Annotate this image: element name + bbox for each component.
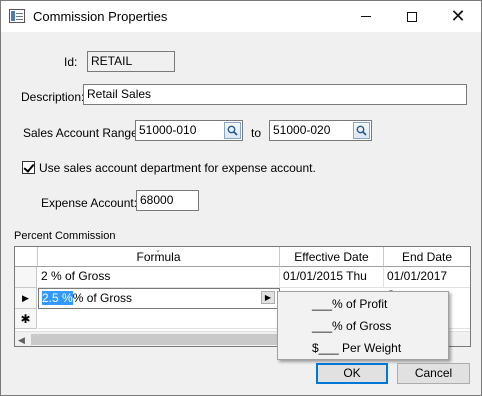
close-icon: ✕ [450,6,466,27]
use-dept-checkbox[interactable] [22,161,35,174]
range-to-lookup-button[interactable] [353,122,370,139]
grid-cell-formula[interactable]: 2 % of Gross [38,267,280,288]
scrollbar-thumb[interactable] [31,334,286,345]
ok-button[interactable]: OK [316,363,388,384]
maximize-button[interactable] [389,1,435,32]
sort-indicator-icon: ⌄ [155,247,161,254]
current-row-indicator[interactable]: ▶ [15,288,37,309]
description-field[interactable]: Retail Sales [83,84,467,105]
minimize-icon [361,16,371,17]
id-label: Id: [64,55,78,69]
column-header-end-date-label: End Date [401,250,453,264]
column-header-effective-date-label: Effective Date [294,250,369,264]
formula-selected-text: 2.5 % [42,291,73,305]
grid-corner [15,247,38,267]
description-label: Description: [21,90,85,104]
close-button[interactable]: ✕ [435,1,481,32]
row-header[interactable] [15,267,37,288]
menu-item-per-weight[interactable]: $___ Per Weight [278,337,448,359]
column-header-effective-date[interactable]: Effective Date [280,247,384,267]
expense-field[interactable]: 68000 [136,190,199,211]
formula-dropdown-menu: ___% of Profit ___% of Gross $___ Per We… [277,291,449,360]
grid-cell-effective-date[interactable]: 01/01/2015 Thu [280,267,384,288]
id-field[interactable]: RETAIL [87,51,175,72]
range-label: Sales Account Range: [23,126,142,140]
magnifier-icon [356,125,367,136]
commission-properties-window: Commission Properties ✕ Id: RETAIL Descr… [0,0,482,396]
magnifier-icon [227,125,238,136]
minimize-button[interactable] [343,1,389,32]
use-dept-label[interactable]: Use sales account department for expense… [39,161,316,175]
formula-edit-cell[interactable]: 2.5 %% of Gross [38,288,280,309]
percent-commission-label: Percent Commission [14,230,116,242]
cancel-button[interactable]: Cancel [397,363,470,384]
formula-rest-text: % of Gross [72,291,133,305]
range-from-lookup-button[interactable] [224,122,241,139]
menu-item-percent-of-profit[interactable]: ___% of Profit [278,293,448,315]
maximize-icon [407,11,417,22]
grid-cell-end-date[interactable]: 01/01/2017 Sun [384,267,470,302]
menu-item-percent-of-gross[interactable]: ___% of Gross [278,315,448,337]
range-to-label: to [251,126,262,140]
formula-dropdown-button[interactable]: ▶ [261,291,275,304]
scroll-left-icon[interactable]: ◀ [18,335,25,346]
title-bar: Commission Properties ✕ [1,1,481,32]
chevron-right-icon: ▶ [264,293,272,302]
window-title: Commission Properties [33,9,168,24]
column-header-end-date[interactable]: End Date [384,247,470,267]
new-row-indicator[interactable]: ✱ [15,309,37,329]
app-icon [9,9,25,23]
expense-label: Expense Account: [41,196,138,210]
